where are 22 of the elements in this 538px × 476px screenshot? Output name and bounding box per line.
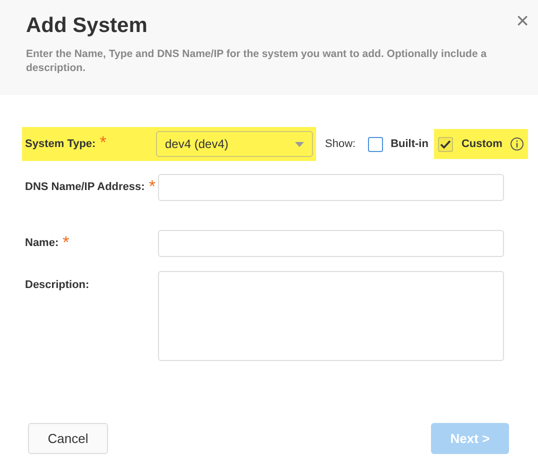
close-button[interactable]: × [516,10,529,32]
field-label: Name: [25,237,59,251]
checkbox-option[interactable]: Custom [434,129,528,159]
text-field[interactable] [158,174,504,201]
info-icon[interactable] [510,137,524,151]
dialog-description: Enter the Name, Type and DNS Name/IP for the system you want to add. Optionally include a description. [26,47,488,75]
text-field[interactable] [158,230,504,257]
show-label: Show: [325,138,356,150]
field-label: System Type: [25,138,96,150]
checkbox-option[interactable]: Built-in [364,129,432,159]
system-type-dropdown[interactable]: dev4 (dev4) [156,131,313,157]
description-field[interactable] [158,271,504,361]
dialog-title: Add System [26,14,148,38]
field-label: DNS Name/IP Address: [25,181,145,195]
checkbox[interactable] [438,136,454,152]
checkbox[interactable] [368,136,383,152]
required-mark: * [62,233,70,253]
cancel-button[interactable]: Cancel [28,423,108,454]
required-mark: * [100,133,106,153]
required-mark: * [148,177,156,197]
caret-icon [295,142,304,146]
field-label: Description: [25,279,90,293]
